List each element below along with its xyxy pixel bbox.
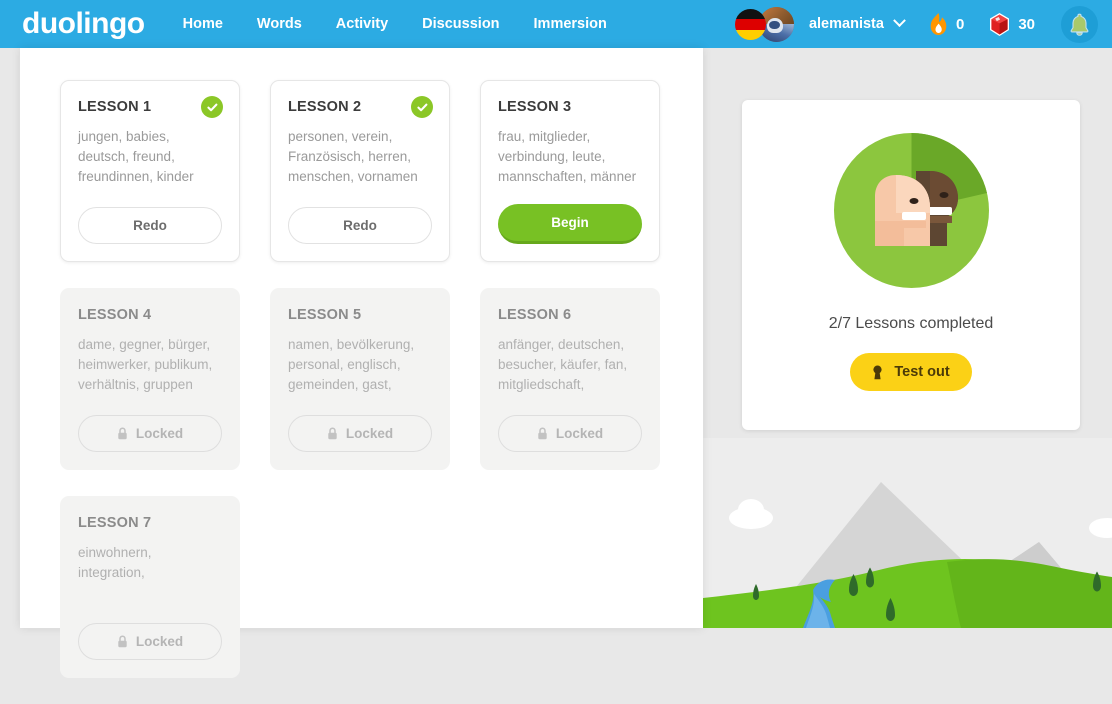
lesson-title: LESSON 3 bbox=[498, 99, 572, 115]
page-body: LESSON 1 jungen, babies, deutsch, freund… bbox=[0, 48, 1112, 678]
check-icon bbox=[201, 96, 223, 118]
lesson-card[interactable]: LESSON 3 frau, mitglieder, verbindung, l… bbox=[480, 80, 660, 262]
notifications-button[interactable] bbox=[1061, 5, 1098, 43]
mountain-landscape-illustration bbox=[703, 438, 1112, 628]
locked-button: Locked bbox=[78, 415, 222, 452]
nav-item-activity[interactable]: Activity bbox=[336, 16, 388, 32]
lesson-words: namen, bevölkerung, personal, englisch, … bbox=[288, 337, 415, 392]
lesson-title: LESSON 7 bbox=[78, 515, 152, 531]
lesson-title: LESSON 4 bbox=[78, 307, 152, 323]
locked-label: Locked bbox=[135, 426, 184, 441]
lock-icon bbox=[327, 427, 338, 440]
ruby-gem-icon bbox=[990, 12, 1010, 36]
nav-item-immersion[interactable]: Immersion bbox=[534, 16, 607, 32]
lesson-card[interactable]: LESSON 2 personen, verein, Französisch, … bbox=[270, 80, 450, 262]
lessons-panel: LESSON 1 jungen, babies, deutsch, freund… bbox=[20, 48, 703, 678]
streak-value: 0 bbox=[955, 15, 965, 33]
test-out-button[interactable]: Test out bbox=[850, 353, 972, 391]
german-flag-icon bbox=[734, 9, 766, 40]
nav-item-discussion[interactable]: Discussion bbox=[422, 16, 499, 32]
begin-button[interactable]: Begin bbox=[498, 204, 642, 244]
notification-bell-icon bbox=[1070, 13, 1089, 36]
lesson-words: jungen, babies, deutsch, freund, freundi… bbox=[78, 129, 194, 184]
lesson-words: dame, gegner, bürger, heimwerker, publik… bbox=[78, 337, 213, 392]
duolingo-logo[interactable]: duolingo bbox=[22, 9, 145, 39]
lesson-card: LESSON 4 dame, gegner, bürger, heimwerke… bbox=[60, 288, 240, 470]
lesson-title: LESSON 5 bbox=[288, 307, 362, 323]
lesson-card[interactable]: LESSON 1 jungen, babies, deutsch, freund… bbox=[60, 80, 240, 262]
locked-label: Locked bbox=[135, 634, 184, 649]
streak-counter[interactable]: 0 bbox=[928, 12, 964, 37]
progress-label: 2/7 Lessons completed bbox=[828, 315, 994, 332]
redo-button[interactable]: Redo bbox=[78, 207, 222, 244]
chevron-down-icon bbox=[893, 14, 906, 28]
keyhole-icon bbox=[872, 365, 883, 380]
top-navigation-bar: duolingo Home Words Activity Discussion … bbox=[0, 0, 1112, 48]
locked-button: Locked bbox=[78, 623, 222, 660]
test-out-label: Test out bbox=[894, 364, 950, 380]
gem-counter[interactable]: 30 bbox=[988, 12, 1035, 37]
lesson-grid: LESSON 1 jungen, babies, deutsch, freund… bbox=[60, 80, 680, 704]
lock-icon bbox=[117, 635, 128, 648]
avatar[interactable] bbox=[734, 6, 801, 42]
main-nav: Home Words Activity Discussion Immersion bbox=[183, 16, 641, 32]
check-icon bbox=[411, 96, 433, 118]
lesson-words: einwohnern, integration, bbox=[78, 545, 152, 580]
username-label: alemanista bbox=[808, 16, 884, 32]
lock-icon bbox=[537, 427, 548, 440]
locked-button: Locked bbox=[288, 415, 432, 452]
redo-button[interactable]: Redo bbox=[288, 207, 432, 244]
lock-icon bbox=[117, 427, 128, 440]
lesson-words: personen, verein, Französisch, herren, m… bbox=[288, 129, 418, 184]
skill-progress-card: 2/7 Lessons completed Test out bbox=[742, 100, 1080, 430]
nav-item-home[interactable]: Home bbox=[183, 16, 223, 32]
lesson-card: LESSON 6 anfänger, deutschen, besucher, … bbox=[480, 288, 660, 470]
gem-value: 30 bbox=[1018, 15, 1035, 33]
lesson-title: LESSON 6 bbox=[498, 307, 572, 323]
nav-item-words[interactable]: Words bbox=[257, 16, 302, 32]
username-menu[interactable]: alemanista bbox=[808, 14, 906, 32]
flame-icon bbox=[930, 12, 947, 35]
locked-label: Locked bbox=[555, 426, 604, 441]
lesson-card: LESSON 7 einwohnern, integration, Locked bbox=[60, 496, 240, 678]
locked-button: Locked bbox=[498, 415, 642, 452]
header-right-cluster: alemanista 0 30 bbox=[734, 0, 1098, 48]
lesson-card: LESSON 5 namen, bevölkerung, personal, e… bbox=[270, 288, 450, 470]
lesson-words: anfänger, deutschen, besucher, käufer, f… bbox=[498, 337, 628, 392]
people-skill-icon bbox=[833, 133, 989, 293]
lesson-words: frau, mitglieder, verbindung, leute, man… bbox=[498, 129, 637, 184]
locked-label: Locked bbox=[345, 426, 394, 441]
